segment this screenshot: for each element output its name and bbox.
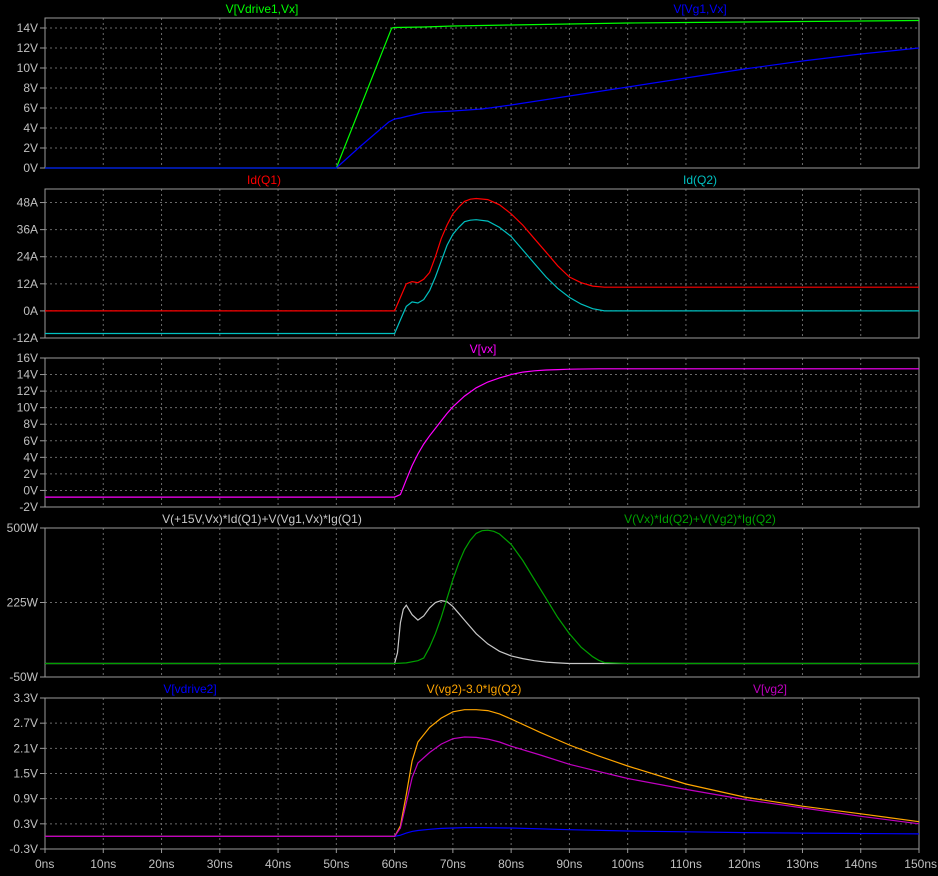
pane-1-ytick-label: 2V: [23, 141, 38, 155]
pane-5-ytick-label: -0.3V: [9, 842, 38, 856]
pane-3-ytick-label: 8V: [23, 417, 38, 431]
pane-3-trace-1-title[interactable]: V[vx]: [470, 342, 497, 356]
pane-2-ytick-label: 24A: [17, 250, 38, 264]
pane-2-trace-2-title[interactable]: Id(Q2): [683, 173, 717, 187]
pane-3-ytick-label: 10V: [17, 401, 38, 415]
pane-4-ytick-label: 225W: [7, 596, 39, 610]
pane-1-ytick-label: 4V: [23, 121, 38, 135]
xtick-label: 140ns: [844, 857, 877, 871]
pane-5-ytick-label: 2.7V: [13, 716, 38, 730]
xtick-label: 110ns: [670, 857, 702, 871]
pane-3-ytick-label: 16V: [17, 351, 38, 365]
xtick-label: 100ns: [611, 857, 644, 871]
pane-1-ytick-label: 14V: [17, 21, 38, 35]
pane-3-ytick-label: 4V: [23, 450, 38, 464]
pane-1-ytick-label: 12V: [17, 41, 38, 55]
pane-5-ytick-label: 1.5V: [13, 767, 38, 781]
pane-3-ytick-label: 12V: [17, 384, 38, 398]
xtick-label: 80ns: [498, 857, 524, 871]
pane-2-ytick-label: 36A: [17, 223, 38, 237]
pane-3-ytick-label: 0V: [23, 483, 38, 497]
xtick-label: 20ns: [149, 857, 175, 871]
pane-3-ytick-label: 2V: [23, 467, 38, 481]
pane-5-ytick-label: 0.9V: [13, 792, 38, 806]
pane-5-trace-1-title[interactable]: V[vdrive2]: [163, 682, 216, 696]
pane-2-ytick-label: -12A: [13, 331, 38, 345]
xtick-label: 90ns: [556, 857, 582, 871]
pane-5-trace-2-title[interactable]: V(vg2)-3.0*Ig(Q2): [427, 682, 522, 696]
pane-1-ytick-label: 0V: [23, 161, 38, 175]
pane-1-trace-2-title[interactable]: V[Vg1,Vx]: [673, 2, 726, 16]
waveform-viewer: 0V 2V 4V 6V 8V 10V 12V 14V V[Vdrive1,Vx] V[Vg1,Vx…: [0, 0, 938, 876]
pane-4-ytick-label: -50W: [9, 670, 38, 684]
pane-4-ytick-label: 500W: [7, 521, 39, 535]
pane-1-trace-1-title[interactable]: V[Vdrive1,Vx]: [226, 2, 299, 16]
xtick-label: 150ns: [904, 857, 937, 871]
pane-5-ytick-label: 0.3V: [13, 817, 38, 831]
xtick-label: 130ns: [786, 857, 819, 871]
xtick-label: 70ns: [440, 857, 466, 871]
xtick-label: 30ns: [207, 857, 233, 871]
pane-2-ytick-label: 48A: [17, 196, 38, 210]
pane-2-ytick-label: 12A: [17, 277, 38, 291]
pane-3-ytick-label: 6V: [23, 434, 38, 448]
pane-5-ytick-label: 2.1V: [13, 741, 38, 755]
pane-1-ytick-label: 10V: [17, 61, 38, 75]
xtick-label: 40ns: [265, 857, 291, 871]
pane-5-ytick-label: 3.3V: [13, 691, 38, 705]
pane-2-trace-1-title[interactable]: Id(Q1): [247, 173, 281, 187]
pane-1-ytick-label: 6V: [23, 101, 38, 115]
xtick-label: 10ns: [90, 857, 116, 871]
xtick-label: 50ns: [323, 857, 349, 871]
viewer-background: [0, 0, 938, 876]
pane-3-ytick-label: -2V: [19, 500, 38, 514]
pane-4-trace-2-title[interactable]: V(Vx)*Id(Q2)+V(Vg2)*Ig(Q2): [624, 512, 776, 526]
xtick-label: 120ns: [728, 857, 761, 871]
pane-2-ytick-label: 0A: [23, 304, 38, 318]
pane-5-trace-3-title[interactable]: V[vg2]: [753, 682, 787, 696]
pane-4-trace-1-title[interactable]: V(+15V,Vx)*Id(Q1)+V(Vg1,Vx)*Ig(Q1): [162, 512, 362, 526]
pane-3-ytick-label: 14V: [17, 368, 38, 382]
pane-1-ytick-label: 8V: [23, 81, 38, 95]
xtick-label: 0ns: [35, 857, 54, 871]
xtick-label: 60ns: [382, 857, 408, 871]
